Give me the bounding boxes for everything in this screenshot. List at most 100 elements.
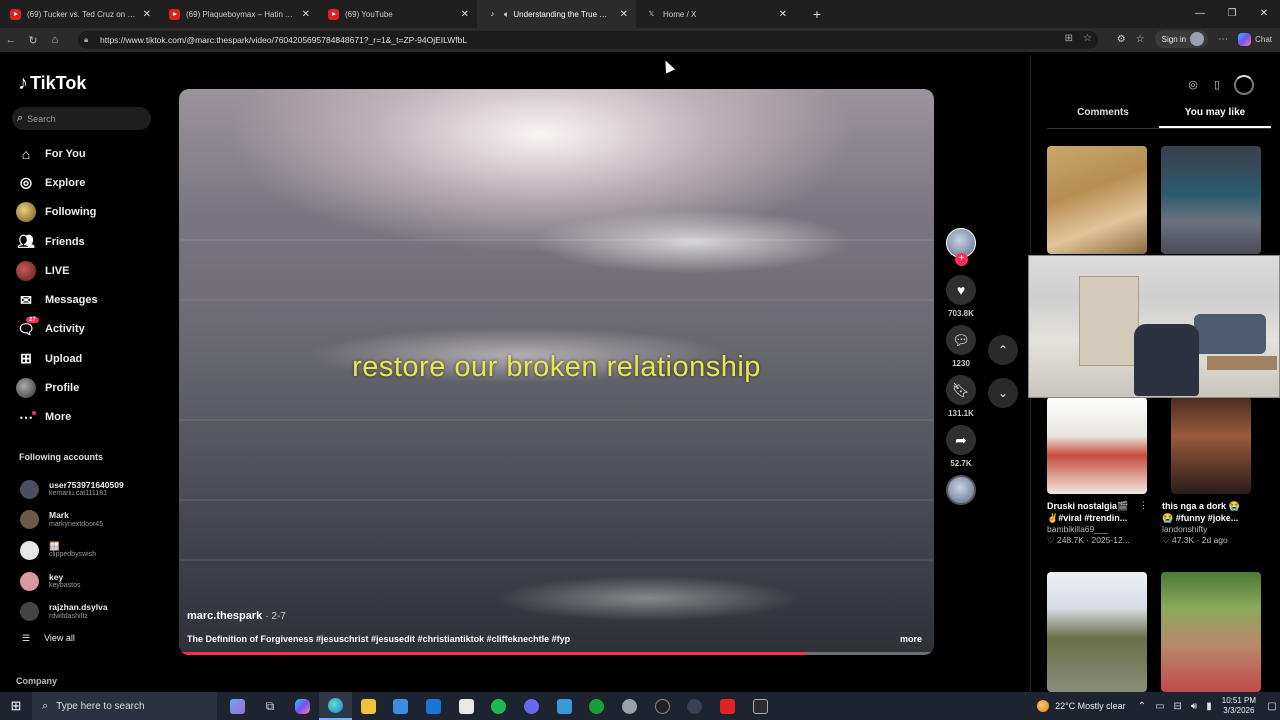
- close-tab-icon[interactable]: ✕: [143, 9, 151, 20]
- device-icon[interactable]: ▯: [1210, 78, 1224, 92]
- battery-icon[interactable]: ▮: [1206, 701, 1212, 712]
- sidebar-item-upload[interactable]: ⊞ Upload: [16, 344, 156, 373]
- app-icon[interactable]: [613, 692, 646, 720]
- following-account[interactable]: Mark markynextdoor45: [20, 505, 160, 536]
- windows-start-icon[interactable]: ⊞: [0, 698, 32, 714]
- browser-tab[interactable]: (69) Tucker vs. Ted Cruz on War w ✕: [0, 0, 159, 28]
- following-account[interactable]: key keybastos: [20, 566, 160, 597]
- following-account[interactable]: user753971640509 kemariu.cat111181: [20, 474, 160, 505]
- favorites-icon[interactable]: ☆: [1136, 34, 1145, 45]
- comment-button[interactable]: 💬︎: [946, 325, 976, 355]
- volume-icon[interactable]: 🔊︎: [1191, 701, 1197, 712]
- chevron-up-icon[interactable]: ⌃: [1138, 701, 1146, 712]
- sidebar-item-explore[interactable]: ◎ Explore: [16, 168, 156, 197]
- app-available-icon[interactable]: ⊞: [1065, 33, 1073, 44]
- file-explorer-icon[interactable]: [352, 692, 385, 720]
- tab-title: (69) Tucker vs. Ted Cruz on War w: [27, 9, 137, 19]
- sidebar-item-messages[interactable]: ✉ Messages: [16, 285, 156, 314]
- follow-plus-icon[interactable]: +: [955, 253, 968, 266]
- app-icon[interactable]: [679, 692, 712, 720]
- view-all-link[interactable]: ☰ View all: [22, 633, 75, 644]
- description-more-button[interactable]: more: [900, 634, 922, 644]
- like-button[interactable]: ♥: [946, 275, 976, 305]
- copilot-chat-button[interactable]: Chat: [1238, 32, 1272, 46]
- following-account[interactable]: rajzhan.dsylva rdwitdashiftz: [20, 596, 160, 627]
- audio-playing-icon[interactable]: 🔈︎: [504, 9, 509, 20]
- following-account[interactable]: 🪟 clippedbyswish: [20, 535, 160, 566]
- address-bar[interactable]: 🔒︎ https://www.tiktok.com/@marc.thespark…: [78, 31, 1098, 49]
- new-tab-button[interactable]: +: [805, 6, 829, 22]
- floating-player-icon[interactable]: ◎: [1186, 78, 1200, 92]
- share-button[interactable]: ➦: [946, 425, 976, 455]
- tab-comments[interactable]: Comments: [1047, 107, 1159, 128]
- music-disc-avatar[interactable]: [946, 475, 976, 505]
- home-button[interactable]: ⌂: [44, 34, 66, 46]
- refresh-button[interactable]: ↻: [22, 34, 44, 47]
- settings-more-icon[interactable]: ⋯: [1218, 34, 1228, 45]
- sidebar-item-profile[interactable]: Profile: [16, 373, 156, 402]
- video-progress-bar[interactable]: [179, 652, 934, 655]
- xbox-icon[interactable]: [581, 692, 614, 720]
- picture-in-picture-window[interactable]: [1028, 255, 1280, 398]
- video-author[interactable]: marc.thespark · 2-7: [187, 610, 286, 622]
- recommendation-thumbnail[interactable]: [1171, 397, 1251, 494]
- browser-tab[interactable]: (69) Plaqueboymax – Hatin Ass N ✕: [159, 0, 318, 28]
- taskbar-clock[interactable]: 10:51 PM 3/3/2026: [1222, 696, 1256, 717]
- close-tab-icon[interactable]: ✕: [620, 9, 628, 20]
- spotify-icon[interactable]: [483, 692, 516, 720]
- tiktok-logo[interactable]: ♪ TikTok: [18, 72, 86, 95]
- recommendation-thumbnail[interactable]: [1161, 572, 1261, 692]
- discord-icon[interactable]: [515, 692, 548, 720]
- sidebar-item-more[interactable]: ⋯ More: [16, 403, 156, 432]
- sidebar-item-live[interactable]: LIVE: [16, 256, 156, 285]
- video-player[interactable]: restore our broken relationship marc.the…: [179, 89, 934, 655]
- recommendation-thumbnail[interactable]: [1047, 146, 1147, 254]
- extensions-icon[interactable]: ⚙: [1117, 34, 1126, 45]
- weather-widget[interactable]: 22°C Mostly clear: [1037, 700, 1126, 712]
- notepad-icon[interactable]: [450, 692, 483, 720]
- close-window-button[interactable]: ✕: [1248, 0, 1280, 28]
- outlook-icon[interactable]: [417, 692, 450, 720]
- notification-icon[interactable]: ▢: [1264, 701, 1280, 712]
- sidebar-item-following[interactable]: Following: [16, 198, 156, 227]
- sidebar-item-friends[interactable]: 👥︎ Friends: [16, 227, 156, 256]
- copilot-taskbar-icon[interactable]: [286, 692, 319, 720]
- sidebar-item-for-you[interactable]: ⌂ For You: [16, 139, 156, 168]
- company-link[interactable]: Company: [16, 676, 57, 686]
- recommendation-thumbnail[interactable]: [1047, 397, 1147, 494]
- search-input[interactable]: ⌕ Search: [12, 107, 151, 130]
- recommendation-thumbnail[interactable]: [1161, 146, 1261, 254]
- news-widget-icon[interactable]: [221, 692, 254, 720]
- creator-avatar[interactable]: +: [946, 228, 976, 266]
- next-video-button[interactable]: ⌄: [988, 378, 1018, 408]
- more-options-icon[interactable]: ⋮: [1139, 500, 1148, 511]
- edge-browser-icon[interactable]: [319, 692, 352, 720]
- close-tab-icon[interactable]: ✕: [779, 9, 787, 20]
- display-icon[interactable]: ▭: [1155, 701, 1164, 712]
- task-view-icon[interactable]: ⧉: [254, 692, 287, 720]
- recommendation-info[interactable]: this nga a dork 😭 😭 #funny #joke... land…: [1162, 501, 1272, 546]
- browser-tab[interactable]: ♪ 🔈︎ Understanding the True Mean ✕: [477, 0, 636, 28]
- network-icon[interactable]: ⊟: [1174, 701, 1182, 712]
- app-icon[interactable]: [744, 692, 777, 720]
- minimize-button[interactable]: —: [1184, 0, 1216, 28]
- sidebar-item-activity[interactable]: 🗨︎ 27 Activity: [16, 315, 156, 344]
- browser-tab[interactable]: 𝕏 Home / X ✕: [636, 0, 795, 28]
- share-count: 52.7K: [950, 459, 972, 468]
- app-icon[interactable]: [548, 692, 581, 720]
- browser-tab[interactable]: (69) YouTube ✕: [318, 0, 477, 28]
- recommendation-thumbnail[interactable]: [1047, 572, 1147, 692]
- previous-video-button[interactable]: ⌃: [988, 335, 1018, 365]
- app-icon[interactable]: [646, 692, 679, 720]
- favorite-star-icon[interactable]: ☆: [1083, 33, 1092, 44]
- save-button[interactable]: 🔖︎: [946, 375, 976, 405]
- restore-button[interactable]: ❐: [1216, 0, 1248, 28]
- back-button[interactable]: ←: [0, 34, 22, 46]
- app-icon[interactable]: [711, 692, 744, 720]
- sign-in-button[interactable]: Sign in: [1154, 30, 1209, 48]
- tab-you-may-like[interactable]: You may like: [1159, 107, 1271, 128]
- close-tab-icon[interactable]: ✕: [302, 9, 310, 20]
- store-icon[interactable]: [384, 692, 417, 720]
- taskbar-search-input[interactable]: ⌕ Type here to search: [32, 692, 217, 720]
- close-tab-icon[interactable]: ✕: [461, 9, 469, 20]
